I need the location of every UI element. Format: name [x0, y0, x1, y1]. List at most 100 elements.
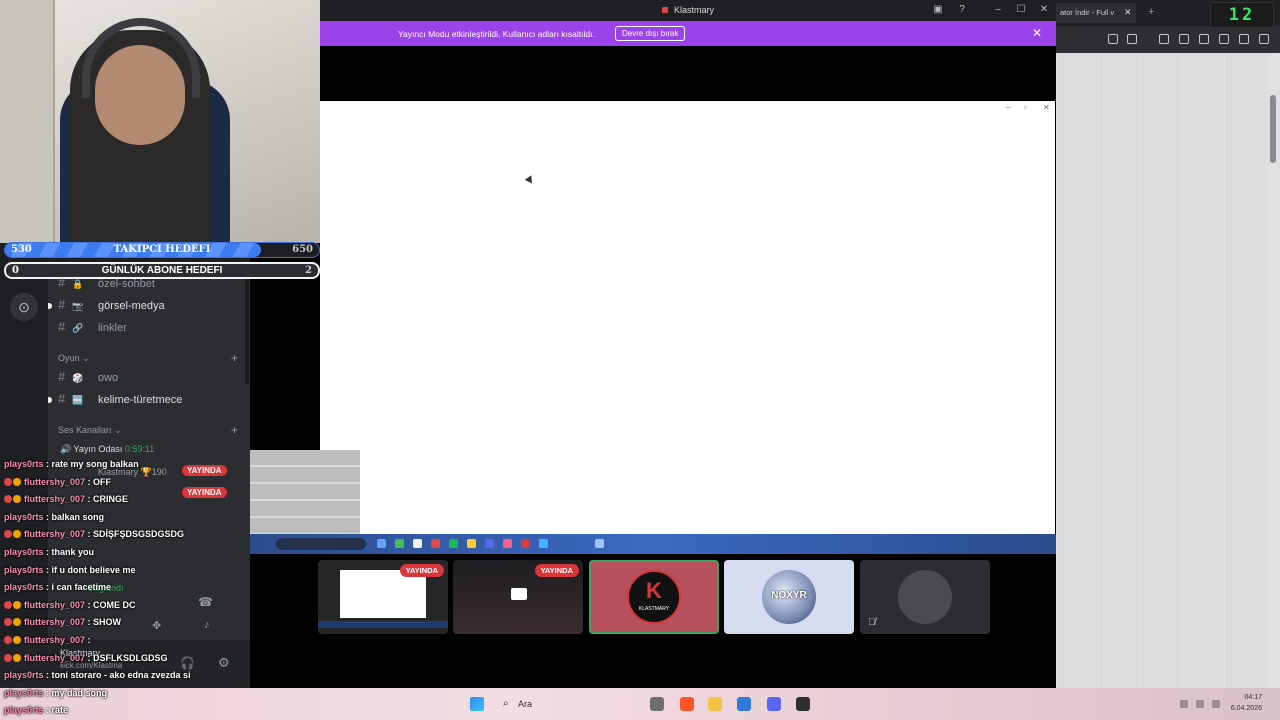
tile-preview-taskbar [318, 621, 448, 628]
tab-close-icon[interactable]: ✕ [1124, 7, 1132, 18]
shield-icon[interactable] [1239, 34, 1249, 44]
channel-emoji: 🔤 [72, 395, 84, 405]
channel-label: owo [98, 372, 119, 384]
follower-goal-target: 650 [292, 244, 313, 255]
download-icon[interactable] [1219, 34, 1229, 44]
hash-icon: # [58, 369, 66, 384]
discord-logo-icon [661, 7, 668, 13]
category-label: Oyun [58, 353, 80, 363]
channel-scrollbar[interactable] [245, 279, 249, 384]
chat-username: plays0rts [4, 511, 44, 522]
voice-channel-label: Yayın Odası [73, 444, 123, 454]
channel-emoji: 🔗 [72, 323, 84, 333]
chat-username: fluttershy_007 [24, 652, 86, 663]
hash-icon: # [58, 319, 66, 334]
wallet-icon[interactable] [1199, 34, 1209, 44]
discord-taskbar-icon[interactable] [767, 697, 781, 711]
unread-indicator [48, 303, 52, 309]
banner-close-icon[interactable]: ✕ [1032, 26, 1042, 40]
shared-app-icon [485, 539, 494, 548]
shared-app-icon [503, 539, 512, 548]
task-view-icon[interactable] [650, 697, 664, 711]
brave-browser-icon[interactable] [680, 697, 694, 711]
chat-text: COME DC [93, 599, 136, 610]
inbox-icon[interactable]: ▣ [932, 4, 944, 16]
channel-label: linkler [98, 322, 127, 334]
menu-icon[interactable] [1259, 34, 1269, 44]
chat-badge-icon [4, 477, 12, 486]
voice-channel-yayin-odasi[interactable]: 🔊 Yayın Odası 0:59:11 [60, 444, 154, 455]
participant-tile-muted[interactable]: 🎙̸ [860, 560, 990, 634]
maximize-icon[interactable]: ☐ [1015, 4, 1027, 16]
chat-separator: : [85, 529, 94, 540]
minimize-icon[interactable]: – [992, 4, 1004, 16]
chat-message: fluttershy_007 : COME DC [4, 597, 254, 615]
wifi-icon[interactable] [1196, 700, 1204, 708]
category-oyun[interactable]: Oyun ⌄ [58, 353, 90, 364]
shared-app-icon [595, 539, 604, 548]
browser-scrollbar[interactable] [1270, 95, 1276, 163]
channel-ozel-sohbet[interactable]: # 🔒 özel-sohbet [58, 273, 155, 293]
tile-live-badge: YAYINDA [399, 564, 444, 577]
add-channel-icon[interactable]: + [231, 351, 238, 365]
participant-avatar: K KLASTMARY [627, 570, 681, 624]
explore-servers-icon[interactable]: ⊙ [10, 293, 38, 321]
chat-message: fluttershy_007 : CRINGE [4, 491, 254, 509]
taskbar-clock[interactable]: 04:17 6.04.2026 [1231, 692, 1262, 714]
outlook-icon[interactable] [737, 697, 751, 711]
chat-message: fluttershy_007 : DSFLKSDLGDSG [4, 650, 254, 668]
chat-message: fluttershy_007 : OFF [4, 474, 254, 492]
close-icon[interactable]: ✕ [1038, 4, 1050, 16]
music-icon[interactable] [1159, 34, 1169, 44]
window-title: Klastmary [320, 5, 1056, 15]
disable-streamer-mode-button[interactable]: Devre dışı bırak [615, 26, 686, 41]
stream-tile-camera[interactable]: YAYINDA [453, 560, 583, 634]
category-label: Ses Kanalları [58, 425, 112, 435]
extensions-icon[interactable] [1108, 34, 1118, 44]
chat-message: plays0rts : rate my song balkan [4, 456, 254, 474]
chat-separator: : [85, 634, 91, 645]
chat-separator: : [43, 459, 52, 469]
windows-start-icon[interactable] [470, 697, 484, 711]
chat-username: plays0rts [4, 546, 44, 557]
channel-label: görsel-medya [98, 300, 165, 312]
add-voice-channel-icon[interactable]: + [231, 423, 238, 437]
chat-badge-icon [4, 618, 12, 627]
chat-separator: : [85, 617, 94, 628]
obs-icon[interactable] [796, 697, 810, 711]
voice-timer: 0:59:11 [124, 444, 155, 454]
browser-toolbar [1056, 26, 1280, 53]
shared-app-icon [467, 539, 476, 548]
participant-avatar: NOXYR [762, 570, 816, 624]
help-icon[interactable]: ? [956, 4, 968, 16]
participant-tile-noxyr[interactable]: NOXYR [724, 560, 854, 634]
chat-text: DSFLKSDLGDSG [93, 652, 168, 663]
volume-icon[interactable] [1212, 700, 1220, 708]
chat-separator: : [43, 546, 52, 557]
discord-titlebar: Klastmary ▣ ? – ☐ ✕ [320, 0, 1056, 21]
category-ses-kanallari[interactable]: Ses Kanalları ⌄ [58, 425, 122, 436]
channel-owo[interactable]: # 🎲 owo [58, 367, 118, 387]
taskbar-search[interactable]: ⌕ Ara [500, 694, 600, 714]
channel-linkler[interactable]: # 🔗 linkler [58, 317, 127, 337]
file-explorer-icon[interactable] [708, 697, 722, 711]
shared-app-icon [413, 539, 422, 548]
tray-icon[interactable] [1180, 700, 1188, 708]
participant-tile-klastmary[interactable]: K KLASTMARY [589, 560, 719, 634]
chat-text: CRINGE [93, 494, 129, 505]
avatar-logo-text: KLASTMARY [638, 606, 670, 612]
new-tab-icon[interactable]: + [1148, 6, 1154, 18]
chat-badge-icon [13, 530, 21, 539]
sidebar-icon[interactable] [1179, 34, 1189, 44]
chat-separator: : [85, 652, 94, 663]
chat-text: if u dont believe me [51, 564, 136, 575]
stream-tile-screen[interactable]: YAYINDA [318, 560, 448, 634]
digital-clock: 12 [1210, 2, 1274, 28]
participant-avatar [898, 570, 952, 624]
screenshot-icon[interactable] [1127, 34, 1137, 44]
channel-kelime-turetmece[interactable]: # 🔤 kelime-türetmece [58, 389, 182, 409]
chat-badge-icon [4, 600, 12, 609]
chat-separator: : [43, 687, 52, 698]
channel-gorsel-medya[interactable]: # 📷 görsel-medya [58, 295, 165, 315]
webcam-headset [82, 18, 200, 98]
